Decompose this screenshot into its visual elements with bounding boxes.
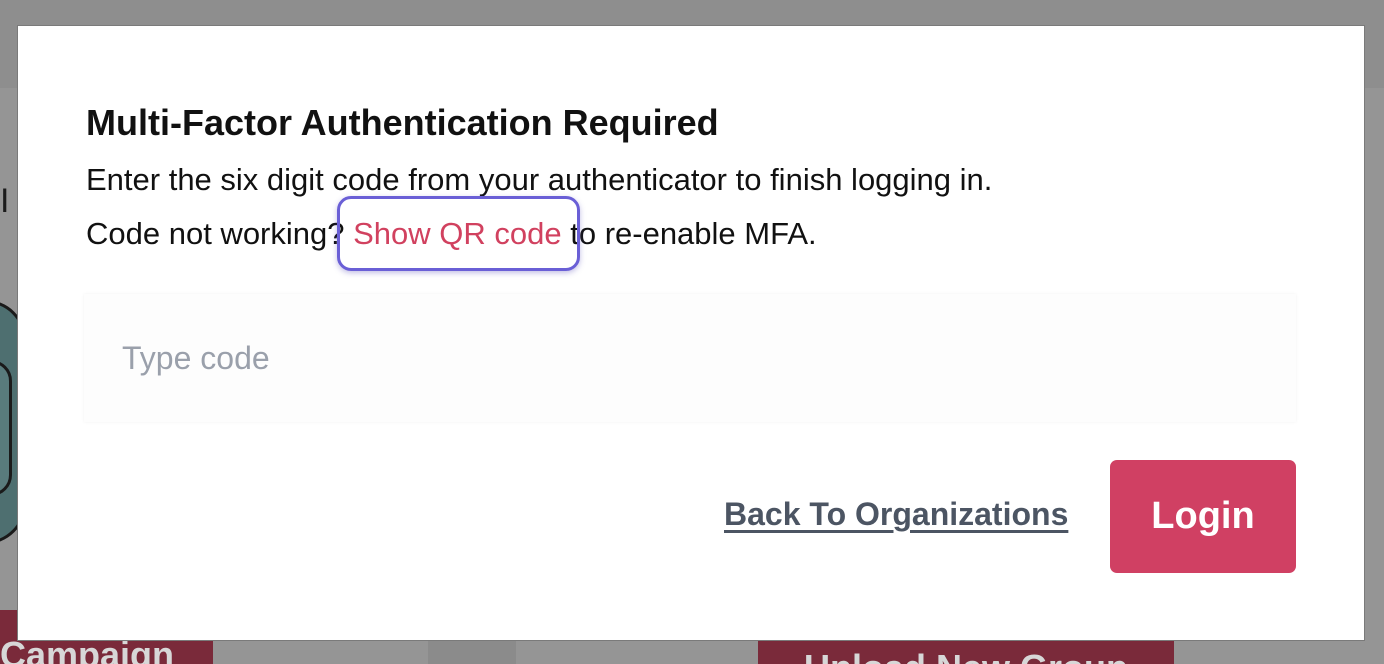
background-upload-group-button: Upload New Group xyxy=(758,640,1174,664)
help-suffix: to re-enable MFA. xyxy=(561,216,817,251)
modal-description: Enter the six digit code from your authe… xyxy=(86,162,993,197)
modal-title: Multi-Factor Authentication Required xyxy=(86,102,719,143)
background-divider xyxy=(428,640,516,664)
modal-help-text: Code not working? Show QR code to re-ena… xyxy=(86,216,817,252)
mfa-code-input[interactable] xyxy=(84,294,1296,422)
show-qr-code-link[interactable]: Show QR code xyxy=(353,216,562,251)
background-illustration-detail xyxy=(0,360,12,496)
background-heading-fragment: I xyxy=(0,182,10,220)
login-button[interactable]: Login xyxy=(1110,460,1296,573)
back-to-organizations-link[interactable]: Back To Organizations xyxy=(724,496,1068,533)
mfa-modal: Multi-Factor Authentication Required Ent… xyxy=(18,26,1364,640)
help-prefix: Code not working? xyxy=(86,216,354,251)
